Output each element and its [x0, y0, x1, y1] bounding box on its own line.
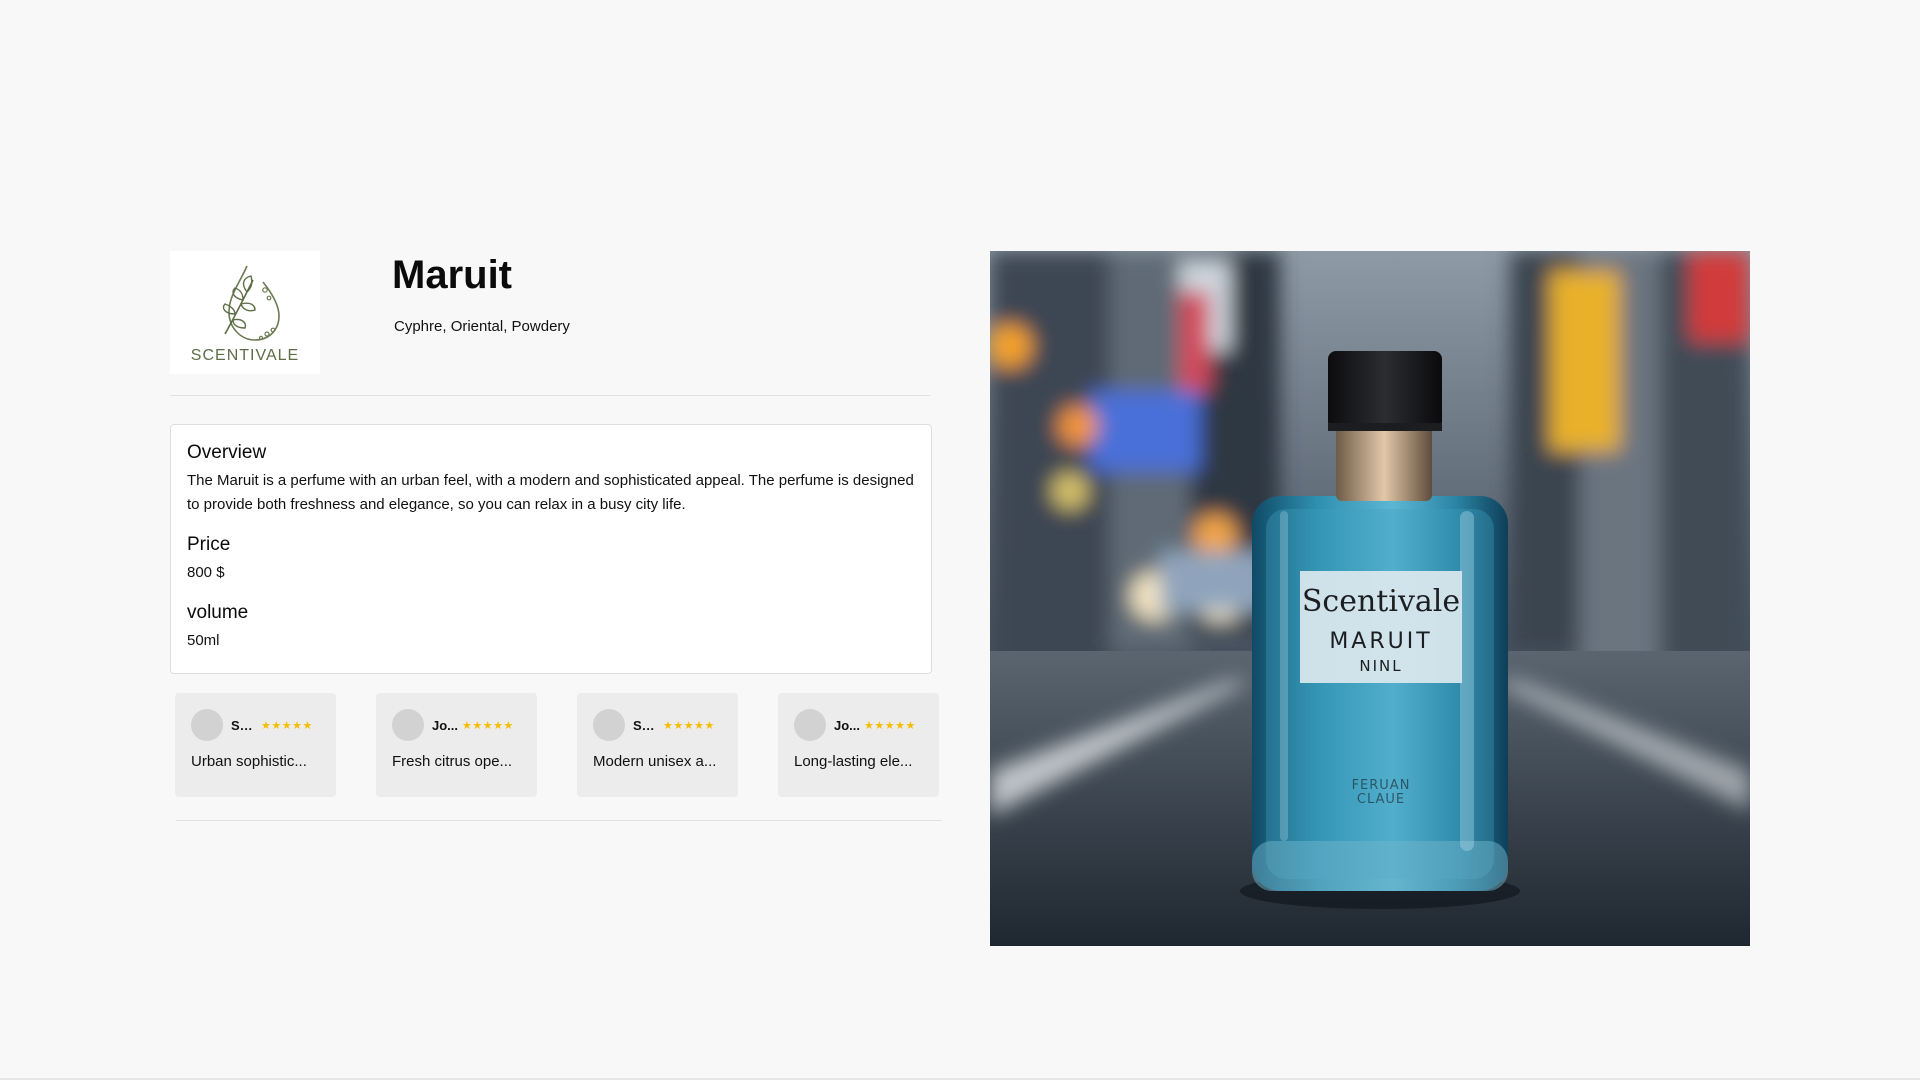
engraving-line-2: CLAUE: [1357, 792, 1405, 807]
label-brand: Scentivale: [1302, 584, 1460, 619]
star-rating: ★★★★★: [261, 719, 313, 732]
product-header: SCENTIVALE Maruit Cyphre, Oriental, Powd…: [170, 251, 937, 396]
volume-section: volume 50ml: [187, 601, 915, 653]
star-rating: ★★★★★: [462, 719, 514, 732]
review-card[interactable]: Jo... ★★★★★ Fresh citrus ope...: [376, 693, 537, 797]
product-title: Maruit: [392, 253, 512, 297]
star-rating: ★★★★★: [864, 719, 916, 732]
review-text: Fresh citrus ope...: [392, 753, 513, 770]
leaf-drop-icon: [222, 265, 280, 341]
label-product-name: MARUIT: [1329, 629, 1432, 654]
product-page: SCENTIVALE Maruit Cyphre, Oriental, Powd…: [0, 0, 1920, 1080]
review-card[interactable]: So... ★★★★★ Modern unisex a...: [577, 693, 738, 797]
overview-section: Overview The Maruit is a perfume with an…: [187, 441, 915, 517]
perfume-bottle-photo: Scentivale MARUIT NINL FERUAN CLAUE: [990, 251, 1750, 946]
review-card[interactable]: Jo... ★★★★★ Long-lasting ele...: [778, 693, 939, 797]
overview-text: The Maruit is a perfume with an urban fe…: [187, 472, 914, 513]
star-rating: ★★★★★: [663, 719, 715, 732]
price-section: Price 800 $: [187, 533, 915, 585]
review-text: Long-lasting ele...: [794, 753, 913, 770]
avatar: [593, 709, 625, 741]
volume-heading: volume: [187, 602, 249, 623]
reviewer-name: So...: [231, 717, 257, 733]
reviewer-name: Jo...: [834, 717, 860, 733]
review-header: Jo... ★★★★★: [794, 709, 923, 741]
price-heading: Price: [187, 534, 231, 555]
review-header: Jo... ★★★★★: [392, 709, 521, 741]
engraving-line-1: FERUAN: [1352, 778, 1411, 793]
brand-logo[interactable]: SCENTIVALE: [170, 251, 320, 374]
review-text: Modern unisex a...: [593, 753, 717, 770]
volume-value: 50ml: [187, 632, 220, 649]
review-header: So... ★★★★★: [191, 709, 320, 741]
reviewer-name: Jo...: [432, 717, 458, 733]
product-notes: Cyphre, Oriental, Powdery: [394, 318, 570, 335]
divider: [176, 820, 942, 821]
avatar: [392, 709, 424, 741]
overview-heading: Overview: [187, 442, 267, 463]
avatar: [191, 709, 223, 741]
product-details-column: SCENTIVALE Maruit Cyphre, Oriental, Powd…: [170, 251, 942, 821]
product-info-card: Overview The Maruit is a perfume with an…: [170, 424, 932, 674]
divider: [170, 395, 930, 396]
reviews-list: So... ★★★★★ Urban sophistic... Jo... ★★★…: [175, 693, 945, 797]
label-subtitle: NINL: [1359, 657, 1402, 675]
review-header: So... ★★★★★: [593, 709, 722, 741]
product-photo: Scentivale MARUIT NINL FERUAN CLAUE: [990, 251, 1750, 946]
brand-logo-text: SCENTIVALE: [190, 347, 300, 364]
avatar: [794, 709, 826, 741]
review-card[interactable]: So... ★★★★★ Urban sophistic...: [175, 693, 336, 797]
review-text: Urban sophistic...: [191, 753, 307, 770]
reviewer-name: So...: [633, 717, 659, 733]
price-value: 800 $: [187, 564, 225, 581]
